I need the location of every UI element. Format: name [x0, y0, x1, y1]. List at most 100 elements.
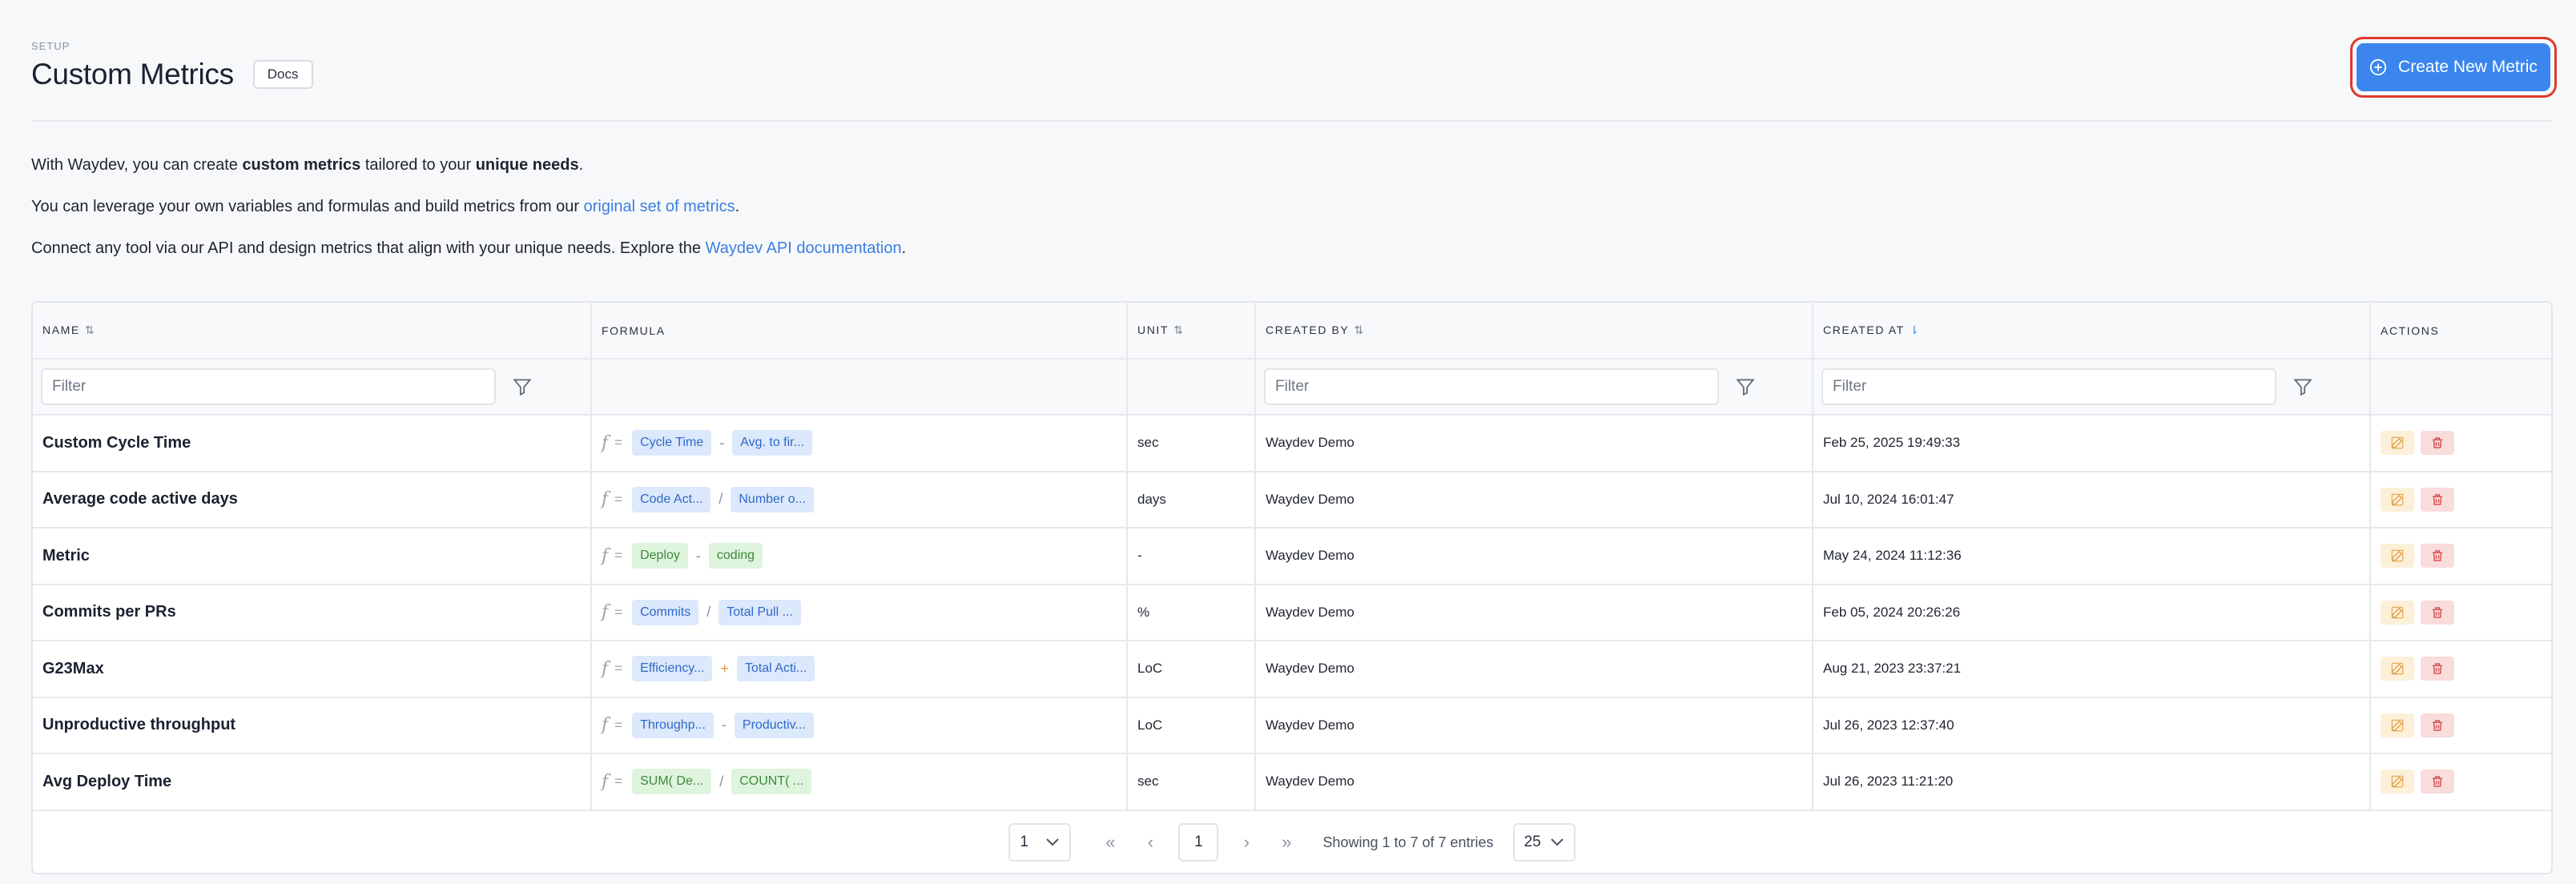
prev-page-button[interactable]: ‹ [1130, 823, 1170, 862]
metric-name[interactable]: Custom Cycle Time [33, 415, 592, 472]
filter-input-name[interactable] [41, 368, 496, 405]
intro-text-span: With Waydev, you can create [31, 156, 243, 174]
edit-button[interactable] [2381, 657, 2414, 681]
create-new-metric-button[interactable]: Create New Metric [2357, 43, 2550, 91]
edit-icon [2391, 775, 2404, 788]
last-page-button[interactable]: » [1266, 823, 1306, 862]
create-button-highlight: Create New Metric [2350, 37, 2557, 98]
equals-sign: = [614, 435, 623, 451]
filter-cell-created-at [1813, 359, 2371, 416]
created-at-cell: May 24, 2024 11:12:36 [1813, 528, 2371, 585]
delete-button[interactable] [2421, 600, 2454, 625]
current-page-button[interactable]: 1 [1178, 823, 1219, 862]
filter-cell-actions [2370, 359, 2551, 416]
intro-text-span: tailored to your [360, 156, 476, 174]
edit-icon [2391, 493, 2404, 506]
sort-icon[interactable]: ⇅ [1354, 323, 1363, 337]
formula-cell: f = Throughp... - Productiv... [591, 697, 1128, 754]
created-at-cell: Aug 21, 2023 23:37:21 [1813, 641, 2371, 698]
per-page-select[interactable]: 25 [1512, 823, 1576, 862]
filter-funnel-icon[interactable] [512, 376, 533, 397]
edit-button[interactable] [2381, 713, 2414, 737]
edit-button[interactable] [2381, 431, 2414, 456]
delete-button[interactable] [2421, 769, 2454, 794]
column-header-actions: ACTIONS [2370, 303, 2551, 360]
intro-paragraph-1: With Waydev, you can create custom metri… [31, 155, 2552, 175]
trash-icon [2433, 720, 2442, 731]
table-row: Avg Deploy Time f = SUM( De... / COUNT( ... se… [33, 753, 2551, 811]
metric-name[interactable]: Metric [33, 528, 592, 585]
created-at-cell: Feb 05, 2024 20:26:26 [1813, 584, 2371, 641]
unit-cell: sec [1127, 415, 1256, 472]
delete-button[interactable] [2421, 487, 2454, 512]
first-page-button[interactable]: « [1090, 823, 1130, 862]
delete-button[interactable] [2421, 431, 2454, 456]
created-at-cell: Jul 26, 2023 11:21:20 [1813, 753, 2371, 811]
function-icon: f [602, 545, 609, 566]
trash-icon [2433, 663, 2442, 674]
filter-cell-created-by [1255, 359, 1813, 416]
unit-cell: % [1127, 584, 1256, 641]
edit-icon [2391, 436, 2404, 449]
per-page-value: 25 [1523, 834, 1541, 850]
page-select-value: 1 [1020, 834, 1028, 850]
sort-icon[interactable]: ⇅ [85, 323, 95, 337]
column-header-created-by[interactable]: CREATED BY ⇅ [1255, 303, 1813, 360]
metric-name[interactable]: Average code active days [33, 471, 592, 528]
column-header-name[interactable]: NAME ⇅ [33, 303, 592, 360]
intro-paragraph-2: You can leverage your own variables and … [31, 197, 2552, 216]
metric-name[interactable]: Commits per PRs [33, 584, 592, 641]
function-icon: f [602, 432, 609, 453]
original-metrics-link[interactable]: original set of metrics [584, 198, 735, 215]
delete-button[interactable] [2421, 544, 2454, 569]
function-icon: f [602, 658, 609, 679]
formula-variable-chip: Deploy [632, 543, 688, 569]
filter-funnel-icon[interactable] [2292, 376, 2313, 397]
edit-button[interactable] [2381, 544, 2414, 569]
column-label: CREATED AT [1823, 323, 1905, 336]
delete-button[interactable] [2421, 713, 2454, 737]
edit-button[interactable] [2381, 769, 2414, 794]
row-actions [2381, 769, 2551, 794]
metric-name[interactable]: Unproductive throughput [33, 697, 592, 754]
formula-variable-chip: Code Act... [632, 486, 711, 512]
sort-icon[interactable]: ⇅ [1173, 323, 1183, 337]
equals-sign: = [614, 548, 623, 564]
column-header-created-at[interactable]: CREATED AT ⇂ [1813, 303, 2371, 360]
formula: f = Throughp... - Productiv... [602, 712, 1126, 738]
formula-variable-chip: Avg. to fir... [732, 430, 812, 456]
filter-funnel-icon[interactable] [1735, 376, 1756, 397]
metric-name[interactable]: Avg Deploy Time [33, 753, 592, 811]
column-header-unit[interactable]: UNIT ⇅ [1127, 303, 1256, 360]
chevron-down-icon [1046, 838, 1060, 846]
metric-name[interactable]: G23Max [33, 641, 592, 698]
delete-button[interactable] [2421, 657, 2454, 681]
next-page-button[interactable]: › [1226, 823, 1266, 862]
sort-desc-icon[interactable]: ⇂ [1910, 323, 1919, 337]
unit-cell: sec [1127, 753, 1256, 811]
table-row: Metric f = Deploy - coding - Waydev Demo May 24,… [33, 528, 2551, 585]
filter-input-created-at[interactable] [1821, 368, 2276, 405]
trash-icon [2433, 607, 2442, 618]
api-documentation-link[interactable]: Waydev API documentation [706, 239, 902, 257]
actions-cell [2370, 415, 2551, 472]
formula-operator: - [695, 547, 701, 564]
formula-variable-chip: Efficiency... [632, 656, 713, 682]
page-select[interactable]: 1 [1008, 823, 1072, 862]
edit-button[interactable] [2381, 487, 2414, 512]
filter-input-created-by[interactable] [1264, 368, 1719, 405]
function-icon: f [602, 771, 609, 792]
formula-cell: f = Deploy - coding [591, 528, 1128, 585]
filter-cell-formula [591, 359, 1128, 416]
edit-button[interactable] [2381, 600, 2414, 625]
formula-cell: f = Cycle Time - Avg. to fir... [591, 415, 1128, 472]
equals-sign: = [614, 491, 623, 507]
docs-button[interactable]: Docs [252, 60, 313, 89]
formula-operator: - [721, 717, 727, 733]
table-row: G23Max f = Efficiency... + Total Acti... LoC Wa… [33, 641, 2551, 698]
formula: f = Efficiency... + Total Acti... [602, 656, 1126, 682]
formula: f = Deploy - coding [602, 543, 1126, 569]
row-actions [2381, 544, 2551, 569]
created-by-cell: Waydev Demo [1255, 697, 1813, 754]
row-actions [2381, 431, 2551, 456]
